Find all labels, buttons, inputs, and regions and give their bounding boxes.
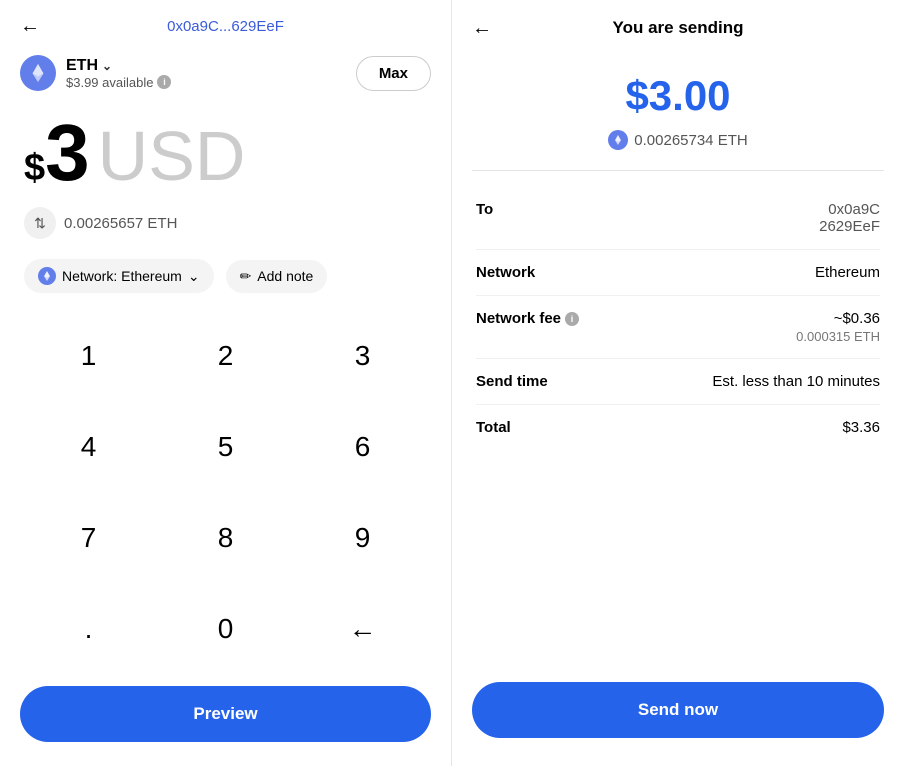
network-detail-value: Ethereum xyxy=(815,264,880,281)
key-7[interactable]: 7 xyxy=(20,493,157,584)
key-backspace[interactable]: ← xyxy=(294,583,431,674)
network-chevron-icon: ⌄ xyxy=(188,268,200,285)
amount-currency: USD xyxy=(98,121,246,191)
key-3[interactable]: 3 xyxy=(294,311,431,402)
to-address: 0x0a9C 2629EeF xyxy=(819,201,880,235)
token-balance: $3.99 available i xyxy=(66,75,171,90)
max-button[interactable]: Max xyxy=(356,56,431,91)
send-time-value: Est. less than 10 minutes xyxy=(712,373,880,390)
network-button[interactable]: Network: Ethereum ⌄ xyxy=(24,259,214,293)
network-label: Network: Ethereum xyxy=(62,268,182,284)
key-6[interactable]: 6 xyxy=(294,402,431,493)
send-time-row: Send time Est. less than 10 minutes xyxy=(476,359,880,405)
amount-number: 3 xyxy=(45,113,90,193)
key-9[interactable]: 9 xyxy=(294,493,431,584)
right-header-title: You are sending xyxy=(613,18,744,38)
sending-usd: $3.00 xyxy=(452,72,904,120)
right-panel: ← You are sending $3.00 0.00265734 ETH T… xyxy=(452,0,904,766)
options-row: Network: Ethereum ⌄ ✏ Add note xyxy=(0,253,451,311)
token-row: ETH ⌄ $3.99 available i Max xyxy=(0,49,451,103)
preview-button[interactable]: Preview xyxy=(20,686,431,742)
swap-icon[interactable]: ⇅ xyxy=(24,207,56,239)
token-info: ETH ⌄ $3.99 available i xyxy=(66,57,171,90)
keypad: 1 2 3 4 5 6 7 8 9 . 0 ← xyxy=(0,311,451,674)
key-2[interactable]: 2 xyxy=(157,311,294,402)
key-dot[interactable]: . xyxy=(20,583,157,674)
to-address-line1: 0x0a9C xyxy=(819,201,880,218)
key-8[interactable]: 8 xyxy=(157,493,294,584)
sending-eth-row: 0.00265734 ETH xyxy=(452,126,904,170)
eth-equiv-row: ⇅ 0.00265657 ETH xyxy=(0,199,451,253)
to-row: To 0x0a9C 2629EeF xyxy=(476,187,880,250)
pencil-icon: ✏ xyxy=(240,268,252,285)
left-header: ← 0x0a9C...629EeF xyxy=(0,0,451,49)
token-chevron-icon: ⌄ xyxy=(102,59,112,73)
fee-value-group: ~$0.36 0.000315 ETH xyxy=(796,310,880,344)
fee-label: Network fee xyxy=(476,310,561,327)
total-value: $3.36 xyxy=(842,419,880,436)
dollar-sign: $ xyxy=(24,147,45,190)
send-time-label: Send time xyxy=(476,373,548,390)
token-symbol: ETH xyxy=(66,57,98,75)
total-row: Total $3.36 xyxy=(476,405,880,450)
left-back-button[interactable]: ← xyxy=(20,15,40,38)
fee-eth: 0.000315 ETH xyxy=(796,329,880,344)
sending-eth-text: 0.00265734 ETH xyxy=(634,132,747,149)
network-row: Network Ethereum xyxy=(476,250,880,296)
balance-info-icon[interactable]: i xyxy=(157,75,171,89)
send-now-button[interactable]: Send now xyxy=(472,682,884,738)
token-left: ETH ⌄ $3.99 available i xyxy=(20,55,171,91)
fee-label-group: Network fee i xyxy=(476,310,579,327)
key-5[interactable]: 5 xyxy=(157,402,294,493)
add-note-button[interactable]: ✏ Add note xyxy=(226,260,328,293)
amount-display: $ 3 USD xyxy=(0,103,451,199)
right-back-button[interactable]: ← xyxy=(472,17,492,40)
wallet-address: 0x0a9C...629EeF xyxy=(167,18,284,35)
key-0[interactable]: 0 xyxy=(157,583,294,674)
right-header: ← You are sending xyxy=(452,0,904,52)
token-name-row[interactable]: ETH ⌄ xyxy=(66,57,171,75)
sending-amount: $3.00 xyxy=(452,52,904,126)
total-label: Total xyxy=(476,419,511,436)
network-detail-label: Network xyxy=(476,264,535,281)
to-address-line2: 2629EeF xyxy=(819,218,880,235)
fee-info-icon[interactable]: i xyxy=(565,312,579,326)
left-panel: ← 0x0a9C...629EeF ETH ⌄ $3.99 av xyxy=(0,0,452,766)
details-section: To 0x0a9C 2629EeF Network Ethereum Netwo… xyxy=(452,171,904,670)
key-1[interactable]: 1 xyxy=(20,311,157,402)
key-4[interactable]: 4 xyxy=(20,402,157,493)
eth-mini-icon xyxy=(608,130,628,150)
note-label: Add note xyxy=(257,268,313,284)
fee-row: Network fee i ~$0.36 0.000315 ETH xyxy=(476,296,880,359)
network-eth-icon xyxy=(38,267,56,285)
fee-value: ~$0.36 xyxy=(796,310,880,327)
to-label: To xyxy=(476,201,493,218)
eth-equiv-text: 0.00265657 ETH xyxy=(64,215,177,232)
eth-icon xyxy=(20,55,56,91)
